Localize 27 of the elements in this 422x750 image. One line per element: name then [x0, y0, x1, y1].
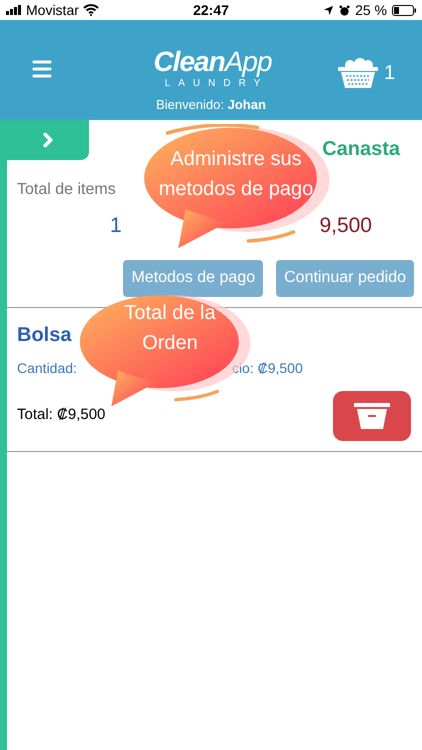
battery-icon [392, 4, 416, 16]
location-icon [323, 4, 334, 16]
carrier-name: Movistar [26, 0, 79, 20]
items-count: 1 [110, 213, 122, 239]
wifi-icon [82, 4, 99, 16]
cart-title: Canasta [322, 137, 400, 162]
item-total: Total: ₡9,500 [17, 405, 106, 426]
callout-text: Total de la Orden [123, 301, 217, 356]
item-quantity: Cantidad: [17, 358, 77, 378]
item-price: cio: ₡9,500 [232, 358, 303, 378]
expand-button[interactable] [7, 120, 89, 160]
welcome-text: Bienvenido: Johan [155, 96, 267, 114]
delete-button[interactable] [333, 390, 411, 440]
items-label: Total de items [17, 180, 116, 200]
cart-total: 9,500 [319, 213, 372, 239]
basket-icon [354, 402, 390, 428]
signal-icon [6, 5, 22, 15]
status-time: 22:47 [193, 0, 229, 20]
app-logo: CleanApp [153, 46, 272, 78]
logo-subtitle: LAUNDRY [164, 78, 268, 90]
battery-percent: 25 % [355, 0, 387, 20]
basket-count: 1 [384, 61, 396, 86]
item-name: Bolsa [17, 322, 72, 348]
action-button[interactable]: Metodos de pago [123, 260, 264, 296]
basket-icon[interactable] [338, 58, 378, 88]
callout-text: Administre sus metodos de pago [158, 147, 314, 202]
action-button[interactable]: Continuar pedido [276, 260, 414, 296]
